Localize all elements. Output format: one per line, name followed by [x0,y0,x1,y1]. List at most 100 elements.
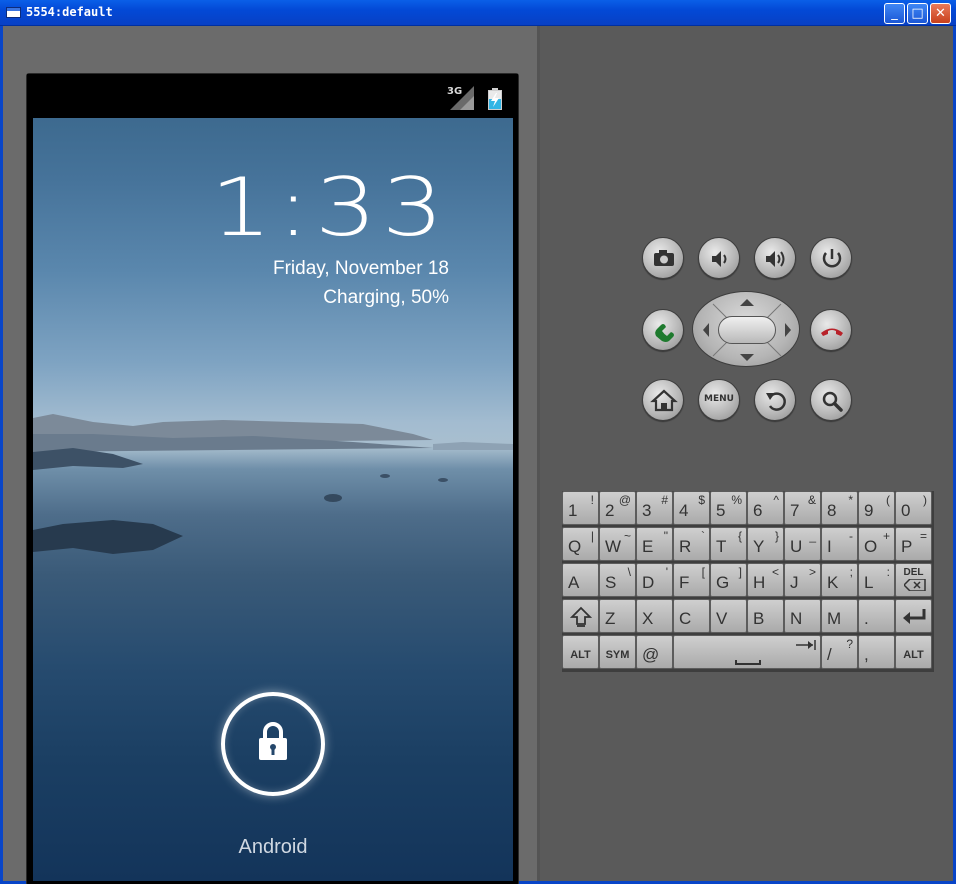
key-6[interactable]: 6 ^ [747,491,784,525]
key-u[interactable]: U _ [784,527,821,561]
volume-up-button[interactable] [754,237,796,279]
key-o[interactable]: O + [858,527,895,561]
key-label: M [827,609,842,628]
maximize-button[interactable]: □ [907,3,928,24]
key-comma[interactable]: , [858,635,895,669]
key-9[interactable]: 9( [858,491,895,525]
menu-button[interactable]: MENU [698,379,740,421]
key-enter[interactable] [895,599,932,633]
key-label: ALT [570,649,591,661]
back-button[interactable] [754,379,796,421]
key-alt-left[interactable]: ALT [562,635,599,669]
key-alt-right[interactable]: ALT [895,635,932,669]
key-label: 7 [790,501,800,520]
key-j[interactable]: J > [784,563,821,597]
key-label: E [642,537,654,556]
key-y[interactable]: Y} [747,527,784,561]
key-label: R [679,537,692,556]
volume-down-button[interactable] [698,237,740,279]
key-at[interactable]: @ [636,635,673,669]
power-button[interactable] [810,237,852,279]
key-f[interactable]: F[ [673,563,710,597]
dpad-center-button[interactable] [718,316,776,344]
window-title: 5554:default [26,5,113,19]
key-label: ALT [903,649,924,661]
key-alt-label: ! [590,493,594,507]
key-z[interactable]: Z [599,599,636,633]
key-e[interactable]: E " [636,527,673,561]
key-3[interactable]: 3 # [636,491,673,525]
key-v[interactable]: V [710,599,747,633]
end-call-icon [821,328,843,336]
key-alt-label: ] [738,565,742,579]
key-t[interactable]: T{ [710,527,747,561]
key-label: Y [753,537,765,556]
key-5[interactable]: 5% [710,491,747,525]
key-g[interactable]: G] [710,563,747,597]
key-x[interactable]: X [636,599,673,633]
key-r[interactable]: R ` [673,527,710,561]
key-alt-label: % [731,493,742,507]
key-alt-label: _ [809,529,816,543]
key-4[interactable]: 4 $ [673,491,710,525]
key-space[interactable] [673,635,821,669]
back-icon [766,392,786,411]
key-alt-label: { [737,529,742,543]
search-icon [822,391,843,412]
key-8[interactable]: 8 * [821,491,858,525]
key-a[interactable]: A [562,563,599,597]
key-label: / [827,645,832,664]
key-label: 8 [827,501,837,520]
key-label: V [716,609,728,628]
key-p[interactable]: P = [895,527,932,561]
key-0[interactable]: 0) [895,491,932,525]
key-del[interactable]: DEL [895,563,932,597]
key-alt-label: ` [701,529,705,543]
search-button[interactable] [810,379,852,421]
key-m[interactable]: M [821,599,858,633]
key-k[interactable]: K; [821,563,858,597]
key-label: F [679,573,690,592]
key-h[interactable]: H < [747,563,784,597]
enter-icon [903,609,926,624]
key-alt-label: @ [618,493,631,507]
window-app-icon [6,7,21,18]
camera-button[interactable] [642,237,684,279]
key-sym[interactable]: SYM [599,635,636,669]
key-l[interactable]: L: [858,563,895,597]
close-button[interactable]: ✕ [930,3,951,24]
key-7[interactable]: 7 & [784,491,821,525]
home-button[interactable] [642,379,684,421]
end-call-button[interactable] [810,309,852,351]
dpad[interactable] [692,291,800,367]
menu-button-label: MENU [704,394,734,404]
key-i[interactable]: I- [821,527,858,561]
key-n[interactable]: N [784,599,821,633]
key-alt-label: + [882,529,890,543]
call-button[interactable] [642,309,684,351]
key-label: @ [642,645,660,664]
key-s[interactable]: S \ [599,563,636,597]
key-alt-label: = [919,529,927,543]
key-c[interactable]: C [673,599,710,633]
key-1[interactable]: 1! [562,491,599,525]
key-slash[interactable]: /? [821,635,858,669]
key-label: SYM [605,649,630,661]
window-titlebar: 5554:default _ □ ✕ [0,0,956,26]
key-label: G [716,573,730,592]
key-q[interactable]: Q | [562,527,599,561]
key-b[interactable]: B [747,599,784,633]
key-2[interactable]: 2 @ [599,491,636,525]
key-alt-label: > [808,565,816,579]
unlock-handle[interactable] [221,692,325,796]
key-w[interactable]: W ~ [599,527,636,561]
charging-status: Charging, 50% [323,287,449,308]
key-label: . [864,609,869,628]
key-label: X [642,609,654,628]
key-shift[interactable] [562,599,599,633]
home-icon [650,389,678,412]
lock-clock: 1:33 [210,161,449,254]
key-d[interactable]: D ' [636,563,673,597]
key-period[interactable]: . [858,599,895,633]
minimize-button[interactable]: _ [884,3,905,24]
